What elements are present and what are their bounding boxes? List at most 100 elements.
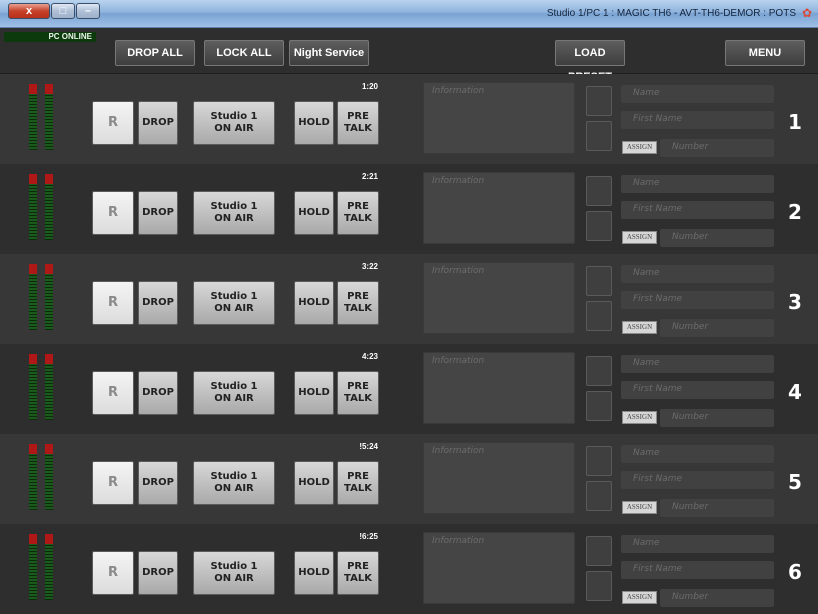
line-timer: 3:22	[361, 262, 378, 271]
information-field[interactable]: Information	[423, 172, 575, 244]
assign-button[interactable]: ASSIGN	[622, 501, 657, 514]
hold-button[interactable]: HOLD	[294, 191, 334, 235]
studio-on-air-button[interactable]: Studio 1 ON AIR	[193, 281, 275, 325]
name-field[interactable]: Name	[621, 355, 774, 373]
status-square-top[interactable]	[586, 536, 612, 566]
studio-on-air-button[interactable]: Studio 1 ON AIR	[193, 191, 275, 235]
pre-label: PRE	[347, 291, 369, 302]
information-field[interactable]: Information	[423, 262, 575, 334]
assign-button[interactable]: ASSIGN	[622, 591, 657, 604]
level-meter-right	[45, 264, 53, 330]
r-button[interactable]: R	[92, 101, 134, 145]
pre-label: PRE	[347, 471, 369, 482]
r-button[interactable]: R	[92, 191, 134, 235]
hold-button[interactable]: HOLD	[294, 371, 334, 415]
status-square-top[interactable]	[586, 446, 612, 476]
first-name-field[interactable]: First Name	[621, 381, 774, 399]
name-field[interactable]: Name	[621, 85, 774, 103]
drop-button[interactable]: DROP	[138, 551, 178, 595]
studio-label: Studio 1	[210, 561, 258, 572]
status-square-bottom[interactable]	[586, 481, 612, 511]
r-button[interactable]: R	[92, 551, 134, 595]
drop-button[interactable]: DROP	[138, 371, 178, 415]
status-square-bottom[interactable]	[586, 391, 612, 421]
studio-on-air-button[interactable]: Studio 1 ON AIR	[193, 371, 275, 415]
status-square-top[interactable]	[586, 176, 612, 206]
pre-talk-button[interactable]: PRE TALK	[337, 191, 379, 235]
status-square-bottom[interactable]	[586, 571, 612, 601]
first-name-field[interactable]: First Name	[621, 291, 774, 309]
hold-button[interactable]: HOLD	[294, 461, 334, 505]
status-square-top[interactable]	[586, 266, 612, 296]
meter-peak	[29, 174, 37, 184]
drop-button[interactable]: DROP	[138, 461, 178, 505]
number-field[interactable]: Number	[660, 409, 774, 427]
assign-button[interactable]: ASSIGN	[622, 141, 657, 154]
name-field[interactable]: Name	[621, 535, 774, 553]
app-icon: ✿	[801, 6, 813, 20]
maximize-button[interactable]: □	[51, 3, 75, 19]
pre-talk-button[interactable]: PRE TALK	[337, 101, 379, 145]
first-name-field[interactable]: First Name	[621, 201, 774, 219]
drop-button[interactable]: DROP	[138, 281, 178, 325]
hold-button[interactable]: HOLD	[294, 281, 334, 325]
information-field[interactable]: Information	[423, 82, 575, 154]
level-meter-right	[45, 174, 53, 240]
level-meter-right	[45, 354, 53, 420]
pre-talk-button[interactable]: PRE TALK	[337, 371, 379, 415]
hold-button[interactable]: HOLD	[294, 551, 334, 595]
information-field[interactable]: Information	[423, 352, 575, 424]
number-field[interactable]: Number	[660, 229, 774, 247]
pre-talk-button[interactable]: PRE TALK	[337, 281, 379, 325]
pre-talk-button[interactable]: PRE TALK	[337, 461, 379, 505]
r-button[interactable]: R	[92, 371, 134, 415]
information-field[interactable]: Information	[423, 532, 575, 604]
number-field[interactable]: Number	[660, 319, 774, 337]
studio-on-air-button[interactable]: Studio 1 ON AIR	[193, 101, 275, 145]
status-square-bottom[interactable]	[586, 301, 612, 331]
status-square-bottom[interactable]	[586, 211, 612, 241]
number-field[interactable]: Number	[660, 589, 774, 607]
line-number: 2	[788, 200, 802, 224]
line-row-5: !5:24 R DROP Studio 1 ON AIR HOLD PRE TA…	[0, 434, 818, 524]
drop-all-button[interactable]: DROP ALL	[115, 40, 195, 66]
number-field[interactable]: Number	[660, 139, 774, 157]
r-button[interactable]: R	[92, 281, 134, 325]
name-field[interactable]: Name	[621, 445, 774, 463]
app-window: x □ – Studio 1/PC 1 : MAGIC TH6 - AVT-TH…	[0, 0, 818, 614]
name-field[interactable]: Name	[621, 265, 774, 283]
talk-label: TALK	[344, 483, 372, 494]
menu-button[interactable]: MENU	[725, 40, 805, 66]
pre-talk-button[interactable]: PRE TALK	[337, 551, 379, 595]
pc-online-status: PC ONLINE	[4, 32, 96, 42]
first-name-field[interactable]: First Name	[621, 111, 774, 129]
information-field[interactable]: Information	[423, 442, 575, 514]
first-name-field[interactable]: First Name	[621, 561, 774, 579]
load-preset-button[interactable]: LOAD PRESET	[555, 40, 625, 83]
assign-button[interactable]: ASSIGN	[622, 411, 657, 424]
lock-all-button[interactable]: LOCK ALL	[204, 40, 284, 66]
talk-label: TALK	[344, 393, 372, 404]
minimize-button[interactable]: –	[76, 3, 100, 19]
assign-button[interactable]: ASSIGN	[622, 321, 657, 334]
status-square-bottom[interactable]	[586, 121, 612, 151]
name-field[interactable]: Name	[621, 175, 774, 193]
night-service-button[interactable]: Night Service	[289, 40, 369, 66]
studio-label: Studio 1	[210, 111, 258, 122]
first-name-field[interactable]: First Name	[621, 471, 774, 489]
close-button[interactable]: x	[8, 3, 50, 19]
status-square-top[interactable]	[586, 86, 612, 116]
r-button[interactable]: R	[92, 461, 134, 505]
studio-on-air-button[interactable]: Studio 1 ON AIR	[193, 551, 275, 595]
status-square-top[interactable]	[586, 356, 612, 386]
studio-on-air-button[interactable]: Studio 1 ON AIR	[193, 461, 275, 505]
hold-button[interactable]: HOLD	[294, 101, 334, 145]
meter-peak	[45, 354, 53, 364]
level-meter-right	[45, 84, 53, 150]
drop-button[interactable]: DROP	[138, 191, 178, 235]
meter-peak	[45, 84, 53, 94]
assign-button[interactable]: ASSIGN	[622, 231, 657, 244]
level-meter-right	[45, 444, 53, 510]
number-field[interactable]: Number	[660, 499, 774, 517]
drop-button[interactable]: DROP	[138, 101, 178, 145]
